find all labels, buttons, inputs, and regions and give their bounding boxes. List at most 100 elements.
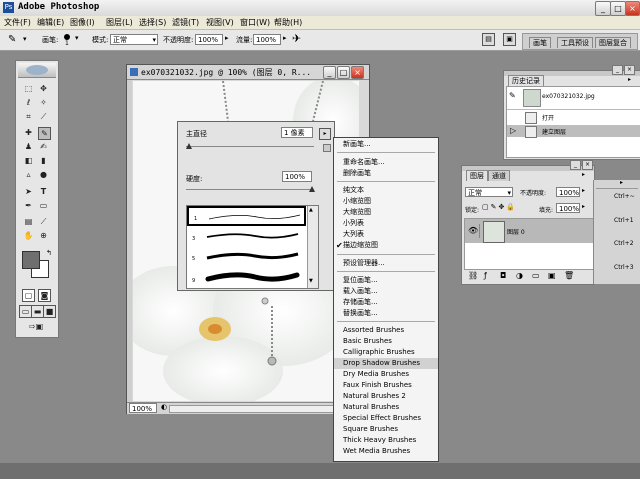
blend-mode-select[interactable]: 正常 ▾: [465, 187, 513, 197]
menu-item-large-thumbnail[interactable]: 大缩览图: [334, 207, 438, 218]
magic-wand-icon[interactable]: ✧: [38, 97, 49, 108]
gradient-icon[interactable]: ▮: [38, 155, 49, 166]
toggle-palettes-icon[interactable]: ▣: [503, 33, 516, 46]
scroll-down-icon[interactable]: ▼: [309, 278, 313, 284]
history-menu-arrow-icon[interactable]: ▸: [628, 76, 631, 83]
toolbox-header[interactable]: [18, 63, 56, 78]
close-button[interactable]: ×: [625, 1, 640, 16]
link-layers-icon[interactable]: ⛓: [468, 271, 478, 280]
shortcut-green[interactable]: Ctrl+2: [614, 240, 634, 247]
screen-mode-full-icon[interactable]: ■: [43, 305, 56, 318]
document-title-bar[interactable]: ex070321032.jpg @ 100% (图层 0, R... _ □ ×: [127, 65, 369, 80]
brush-picker-chevron-icon[interactable]: ▾: [75, 34, 79, 42]
menu-item-rename-brush[interactable]: 重命名画笔...: [334, 157, 438, 168]
maximize-button[interactable]: □: [610, 1, 626, 16]
scroll-up-icon[interactable]: ▲: [309, 207, 313, 213]
shortcut-blue[interactable]: Ctrl+3: [614, 264, 634, 271]
menu-filter[interactable]: 滤镜(T): [172, 17, 199, 28]
menu-help[interactable]: 帮助(H): [274, 17, 302, 28]
layers-menu-arrow-icon[interactable]: ▸: [582, 171, 585, 178]
diameter-slider-track[interactable]: [186, 146, 314, 147]
doc-maximize-button[interactable]: □: [337, 66, 350, 79]
blur-icon[interactable]: ▵: [23, 169, 34, 180]
shortcut-menu-arrow-icon[interactable]: ▸: [620, 179, 623, 186]
shortcut-red[interactable]: Ctrl+1: [614, 217, 634, 224]
shortcut-rgb[interactable]: Ctrl+~: [614, 193, 635, 200]
menu-item-drop-shadow-brushes[interactable]: Drop Shadow Brushes: [334, 358, 438, 369]
menu-item-dry-media-brushes[interactable]: Dry Media Brushes: [334, 369, 438, 380]
layer-name[interactable]: 图层 0: [507, 227, 525, 236]
layer-row-selected[interactable]: 👁 图层 0: [465, 219, 593, 243]
menu-item-basic-brushes[interactable]: Basic Brushes: [334, 336, 438, 347]
airbrush-icon[interactable]: ✈: [292, 32, 306, 46]
eraser-icon[interactable]: ◧: [23, 155, 34, 166]
brush-item[interactable]: 3: [187, 226, 306, 246]
zoom-field[interactable]: 100%: [129, 403, 157, 413]
delete-layer-icon[interactable]: 🗑: [564, 271, 574, 280]
file-browser-icon[interactable]: ▤: [482, 33, 495, 46]
notes-icon[interactable]: ▤: [23, 216, 34, 227]
new-group-icon[interactable]: ▭: [532, 271, 540, 280]
menu-item-square-brushes[interactable]: Square Brushes: [334, 424, 438, 435]
tab-brushes[interactable]: 画笔: [529, 37, 551, 48]
clone-stamp-icon[interactable]: ♟: [23, 141, 34, 152]
menu-select[interactable]: 选择(S): [139, 17, 166, 28]
picker-menu-arrow-icon[interactable]: ▸: [319, 128, 331, 140]
menu-item-save-brushes[interactable]: 存储画笔...: [334, 297, 438, 308]
menu-item-stroke-thumbnail[interactable]: 描边缩览图: [334, 240, 438, 251]
layers-minimize-button[interactable]: _: [570, 160, 581, 170]
status-info-icon[interactable]: ◐: [161, 403, 167, 411]
lock-icons[interactable]: ▢✎✥🔒: [482, 203, 517, 211]
hardness-slider-thumb[interactable]: [309, 186, 315, 192]
menu-item-small-list[interactable]: 小列表: [334, 218, 438, 229]
doc-close-button[interactable]: ×: [351, 66, 364, 79]
hardness-field[interactable]: 100%: [282, 171, 312, 182]
hardness-slider-track[interactable]: [186, 189, 314, 190]
hand-icon[interactable]: ✋: [23, 230, 34, 241]
mode-select[interactable]: 正常 ▾: [110, 34, 158, 45]
tab-tool-presets[interactable]: 工具预设: [557, 37, 593, 48]
brush-list-scrollbar[interactable]: ▲ ▼: [307, 206, 318, 288]
history-brush-icon[interactable]: ✍: [38, 141, 49, 152]
menu-item-natural-brushes[interactable]: Natural Brushes: [334, 402, 438, 413]
menu-item-calligraphic-brushes[interactable]: Calligraphic Brushes: [334, 347, 438, 358]
reset-size-icon[interactable]: [323, 144, 331, 152]
jump-to-imageready-icon[interactable]: ⇨▣: [23, 321, 49, 332]
opacity-arrow-icon[interactable]: ▸: [225, 34, 229, 42]
brush-icon[interactable]: ✎: [38, 127, 51, 140]
menu-item-replace-brushes[interactable]: 替换画笔...: [334, 308, 438, 319]
history-item-selected-row[interactable]: ▷ 建立图层: [507, 125, 640, 138]
menu-item-load-brushes[interactable]: 载入画笔...: [334, 286, 438, 297]
menu-item-small-thumbnail[interactable]: 小缩览图: [334, 196, 438, 207]
eyedropper-icon[interactable]: ⟋: [38, 216, 49, 227]
menu-item-natural-brushes-2[interactable]: Natural Brushes 2: [334, 391, 438, 402]
menu-file[interactable]: 文件(F): [4, 17, 31, 28]
slice-icon[interactable]: ⟋: [38, 111, 49, 122]
brush-item[interactable]: 5: [187, 246, 306, 266]
tab-layers[interactable]: 图层: [466, 170, 488, 181]
lasso-icon[interactable]: ℓ: [23, 97, 34, 108]
layer-opacity-arrow-icon[interactable]: ▸: [582, 187, 585, 194]
tab-layer-comps[interactable]: 图层复合: [595, 37, 631, 48]
adjustment-layer-icon[interactable]: ◑: [516, 271, 523, 280]
menu-item-assorted-brushes[interactable]: Assorted Brushes: [334, 325, 438, 336]
pen-icon[interactable]: ✒: [23, 200, 34, 211]
menu-item-large-list[interactable]: 大列表: [334, 229, 438, 240]
layer-link-column[interactable]: [479, 224, 480, 238]
horizontal-scrollbar[interactable]: [169, 405, 356, 413]
tab-history[interactable]: 历史记录: [508, 75, 544, 86]
menu-item-new-brush[interactable]: 新画笔...: [334, 139, 438, 150]
menu-view[interactable]: 视图(V): [206, 17, 234, 28]
move-icon[interactable]: ✥: [38, 83, 49, 94]
menu-window[interactable]: 窗口(W): [240, 17, 270, 28]
eye-icon[interactable]: 👁: [468, 226, 478, 235]
snapshot-brush-icon[interactable]: ✎: [509, 91, 521, 103]
menu-item-special-effect-brushes[interactable]: Special Effect Brushes: [334, 413, 438, 424]
menu-item-preset-manager[interactable]: 预设管理器...: [334, 258, 438, 269]
healing-brush-icon[interactable]: ✚: [23, 127, 34, 138]
quick-mask-icon[interactable]: ◙: [38, 289, 51, 302]
history-minimize-button[interactable]: _: [612, 65, 623, 75]
menu-image[interactable]: 图像(I): [70, 17, 95, 28]
diameter-field[interactable]: 1 像素: [281, 127, 313, 138]
dodge-icon[interactable]: ●: [38, 169, 49, 180]
